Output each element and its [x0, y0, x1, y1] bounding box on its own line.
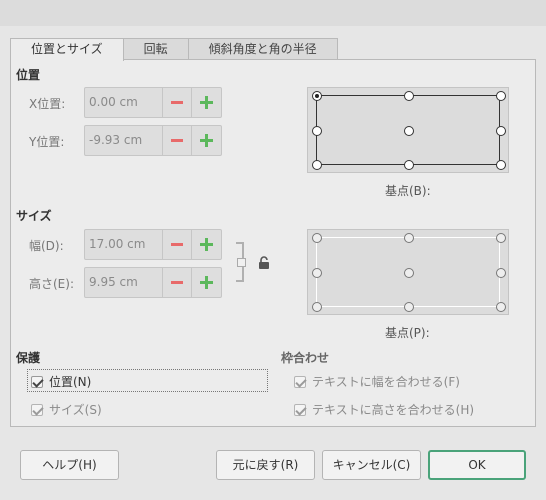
position-base-label: 基点(B): — [385, 184, 431, 198]
fit-height-label: テキストに高さを合わせる(H) — [312, 403, 475, 417]
unlock-icon[interactable] — [258, 256, 270, 270]
fit-width-checkbox[interactable]: テキストに幅を合わせる(F) — [294, 373, 460, 390]
y-position-label: Y位置: — [29, 135, 65, 149]
checkbox-check-icon — [31, 403, 43, 416]
plus-icon — [200, 134, 213, 147]
x-position-field: 0.00 cm — [84, 87, 222, 118]
protect-position-checkbox[interactable]: 位置(N) — [31, 373, 91, 390]
checkbox-check-icon — [31, 375, 43, 388]
size-point-middle-left[interactable] — [312, 268, 322, 278]
base-point-top-left[interactable] — [312, 91, 322, 101]
position-base-point-selector[interactable] — [307, 87, 509, 173]
x-position-decrement-button[interactable] — [163, 88, 192, 117]
y-position-field: -9.93 cm — [84, 125, 222, 156]
base-point-bottom-center[interactable] — [404, 160, 414, 170]
x-position-input[interactable]: 0.00 cm — [85, 88, 163, 117]
plus-icon — [200, 96, 213, 109]
width-input[interactable]: 17.00 cm — [85, 230, 163, 259]
base-point-middle-right[interactable] — [496, 126, 506, 136]
height-input[interactable]: 9.95 cm — [85, 268, 163, 297]
size-point-bottom-right[interactable] — [496, 302, 506, 312]
position-heading: 位置 — [16, 68, 41, 82]
size-point-middle-right[interactable] — [496, 268, 506, 278]
base-point-bottom-left[interactable] — [312, 160, 322, 170]
protect-size-checkbox[interactable]: サイズ(S) — [31, 401, 102, 418]
height-decrement-button[interactable] — [163, 268, 192, 297]
height-label: 高さ(E): — [29, 277, 74, 291]
width-field: 17.00 cm — [84, 229, 222, 260]
minus-icon — [171, 101, 183, 104]
size-point-top-center[interactable] — [404, 233, 414, 243]
minus-icon — [171, 139, 183, 142]
protect-heading: 保護 — [16, 351, 41, 365]
tab-bar: 位置とサイズ 回転 傾斜角度と角の半径 — [10, 38, 338, 61]
size-point-top-right[interactable] — [496, 233, 506, 243]
base-point-top-right[interactable] — [496, 91, 506, 101]
base-point-middle-left[interactable] — [312, 126, 322, 136]
tab-rotation[interactable]: 回転 — [122, 38, 189, 60]
width-increment-button[interactable] — [192, 230, 221, 259]
y-position-input[interactable]: -9.93 cm — [85, 126, 163, 155]
height-field: 9.95 cm — [84, 267, 222, 298]
fit-width-label: テキストに幅を合わせる(F) — [312, 375, 460, 389]
protect-position-label: 位置(N) — [49, 375, 92, 389]
size-point-center[interactable] — [404, 268, 414, 278]
base-point-center[interactable] — [404, 126, 414, 136]
tab-slant-corner-radius[interactable]: 傾斜角度と角の半径 — [187, 38, 338, 60]
reset-button[interactable]: 元に戻す(R) — [216, 450, 315, 480]
size-base-point-selector[interactable] — [307, 229, 509, 315]
size-point-top-left[interactable] — [312, 233, 322, 243]
minus-icon — [171, 243, 183, 246]
x-position-label: X位置: — [29, 97, 66, 111]
size-point-bottom-left[interactable] — [312, 302, 322, 312]
ok-button[interactable]: OK — [428, 450, 526, 480]
size-point-bottom-center[interactable] — [404, 302, 414, 312]
height-increment-button[interactable] — [192, 268, 221, 297]
tab-position-size[interactable]: 位置とサイズ — [10, 38, 124, 61]
width-decrement-button[interactable] — [163, 230, 192, 259]
width-label: 幅(D): — [29, 239, 64, 253]
base-point-bottom-right[interactable] — [496, 160, 506, 170]
size-heading: サイズ — [16, 209, 52, 223]
protect-size-label: サイズ(S) — [49, 403, 102, 417]
y-position-increment-button[interactable] — [192, 126, 221, 155]
keep-ratio-checkbox[interactable] — [237, 258, 246, 267]
plus-icon — [200, 276, 213, 289]
cancel-button[interactable]: キャンセル(C) — [322, 450, 421, 480]
plus-icon — [200, 238, 213, 251]
checkbox-check-icon — [294, 403, 306, 416]
x-position-increment-button[interactable] — [192, 88, 221, 117]
y-position-decrement-button[interactable] — [163, 126, 192, 155]
minus-icon — [171, 281, 183, 284]
fit-height-checkbox[interactable]: テキストに高さを合わせる(H) — [294, 401, 474, 418]
checkbox-check-icon — [294, 375, 306, 388]
base-point-top-center[interactable] — [404, 91, 414, 101]
title-bar — [0, 0, 546, 26]
size-base-label: 基点(P): — [385, 326, 430, 340]
help-button[interactable]: ヘルプ(H) — [20, 450, 119, 480]
adapt-heading: 枠合わせ — [281, 351, 330, 365]
